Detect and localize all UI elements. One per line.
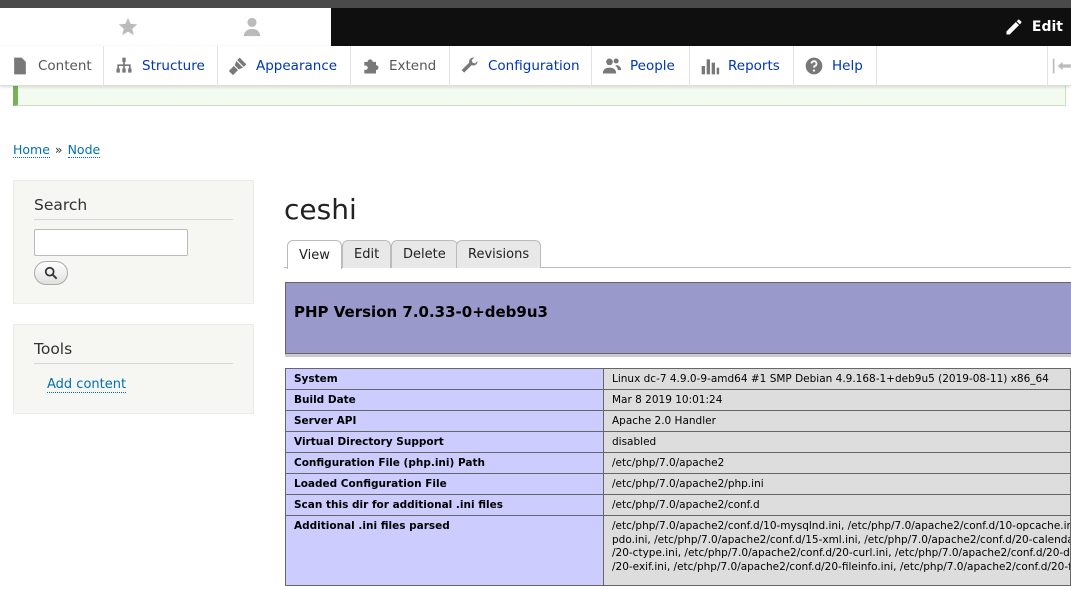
- table-row: System Linux dc-7 4.9.0-9-amd64 #1 SMP D…: [285, 368, 1071, 390]
- row-key: Loaded Configuration File: [285, 473, 604, 495]
- table-row: Server API Apache 2.0 Handler: [285, 410, 1071, 432]
- row-value: Apache 2.0 Handler: [603, 410, 1071, 432]
- table-row: Loaded Configuration File /etc/php/7.0/a…: [285, 473, 1071, 495]
- user-tab[interactable]: [237, 12, 267, 42]
- table-row: Build Date Mar 8 2019 10:01:24: [285, 389, 1071, 411]
- page-title: ceshi: [284, 193, 357, 226]
- menu-item-label: Appearance: [256, 58, 338, 74]
- row-value: disabled: [603, 431, 1071, 453]
- pencil-icon: [1006, 19, 1022, 35]
- row-value: Mar 8 2019 10:01:24: [603, 389, 1071, 411]
- row-value: /etc/php/7.0/apache2/conf.d: [603, 494, 1071, 516]
- menu-item-people[interactable]: People: [592, 46, 690, 86]
- row-value: /etc/php/7.0/apache2/conf.d/10-mysqlnd.i…: [603, 515, 1071, 586]
- browser-top-strip: [0, 0, 1071, 8]
- row-key: Build Date: [285, 389, 604, 411]
- row-key: Configuration File (php.ini) Path: [285, 452, 604, 474]
- status-message: [13, 85, 1066, 106]
- php-version-title: PHP Version 7.0.33-0+deb9u3: [294, 303, 548, 321]
- menu-item-label: Content: [38, 58, 92, 74]
- menu-item-reports[interactable]: Reports: [690, 46, 794, 86]
- menu-item-label: Help: [832, 58, 863, 74]
- arrow-left-bar-icon: [1052, 58, 1071, 74]
- php-version-header: PHP Version 7.0.33-0+deb9u3: [285, 282, 1071, 354]
- table-row: Additional .ini files parsed /etc/php/7.…: [285, 515, 1071, 586]
- menu-item-label: Reports: [728, 58, 780, 74]
- puzzle-icon: [364, 59, 379, 74]
- tray-orientation-toggle[interactable]: [1047, 46, 1071, 86]
- row-key: Additional .ini files parsed: [285, 515, 604, 586]
- menu-item-label: Structure: [142, 58, 205, 74]
- search-block: Search: [13, 180, 254, 304]
- menu-item-appearance[interactable]: Appearance: [218, 46, 351, 86]
- tools-block: Tools Add content: [13, 324, 254, 414]
- sitemap-icon: [116, 57, 132, 73]
- ini-line: /20-exif.ini, /etc/php/7.0/apache2/conf.…: [612, 560, 1070, 573]
- table-row: Scan this dir for additional .ini files …: [285, 494, 1071, 516]
- ini-line: /20-ctype.ini, /etc/php/7.0/apache2/conf…: [612, 547, 1070, 559]
- tab-revisions[interactable]: Revisions: [456, 240, 542, 268]
- row-key: Scan this dir for additional .ini files: [285, 494, 604, 516]
- menu-item-extend[interactable]: Extend: [351, 46, 450, 86]
- menu-item-help[interactable]: Help: [794, 46, 877, 86]
- edit-toggle-label: Edit: [1031, 19, 1063, 35]
- row-value: /etc/php/7.0/apache2/php.ini: [603, 473, 1071, 495]
- row-value: Linux dc-7 4.9.0-9-amd64 #1 SMP Debian 4…: [603, 368, 1071, 390]
- search-input[interactable]: [34, 229, 188, 256]
- search-icon: [44, 266, 58, 280]
- row-key: Virtual Directory Support: [285, 431, 604, 453]
- divider: [34, 219, 233, 220]
- shortcuts-tab[interactable]: [113, 12, 143, 42]
- add-content-link[interactable]: Add content: [47, 377, 127, 393]
- toolbar-tabs: [0, 8, 331, 46]
- toolbar-bar: Edit: [0, 8, 1071, 46]
- admin-menu-tray: Content Structure Appearance Extend Conf…: [0, 46, 1071, 86]
- row-key: Server API: [285, 410, 604, 432]
- menu-item-configuration[interactable]: Configuration: [450, 46, 592, 86]
- edit-toggle-button[interactable]: Edit: [1004, 8, 1063, 46]
- node-tabs: View Edit Delete Revisions: [284, 240, 1071, 269]
- bar-chart-icon: [701, 59, 720, 75]
- wrench-icon: [461, 57, 478, 73]
- search-button[interactable]: [34, 261, 68, 285]
- tab-delete[interactable]: Delete: [391, 240, 458, 268]
- tab-view[interactable]: View: [287, 240, 342, 269]
- ini-line: pdo.ini, /etc/php/7.0/apache2/conf.d/15-…: [612, 533, 1070, 546]
- breadcrumb-node[interactable]: Node: [67, 142, 101, 158]
- table-row: Configuration File (php.ini) Path /etc/p…: [285, 452, 1071, 474]
- breadcrumb-separator: »: [54, 142, 63, 157]
- breadcrumb-home[interactable]: Home: [13, 142, 50, 158]
- menu-item-label: Configuration: [488, 58, 580, 74]
- menu-item-structure[interactable]: Structure: [104, 46, 218, 86]
- star-icon: [118, 17, 138, 36]
- row-value: /etc/php/7.0/apache2: [603, 452, 1071, 474]
- row-key: System: [285, 368, 604, 390]
- menu-item-label: Extend: [389, 58, 437, 74]
- divider: [34, 363, 233, 364]
- help-icon: [805, 57, 823, 75]
- table-row: Virtual Directory Support disabled: [285, 431, 1071, 453]
- tools-block-title: Tools: [34, 340, 73, 358]
- menu-item-content[interactable]: Content: [0, 46, 104, 86]
- search-block-title: Search: [34, 196, 88, 214]
- ini-line: /etc/php/7.0/apache2/conf.d/10-mysqlnd.i…: [612, 520, 1071, 532]
- tab-edit[interactable]: Edit: [342, 240, 392, 268]
- menu-item-label: People: [630, 58, 675, 74]
- phpinfo-table: System Linux dc-7 4.9.0-9-amd64 #1 SMP D…: [285, 368, 1071, 586]
- paintbrush-icon: [228, 57, 247, 76]
- breadcrumb: Home » Node: [13, 142, 101, 158]
- file-icon: [14, 57, 26, 75]
- user-icon: [243, 17, 261, 37]
- people-icon: [602, 58, 622, 74]
